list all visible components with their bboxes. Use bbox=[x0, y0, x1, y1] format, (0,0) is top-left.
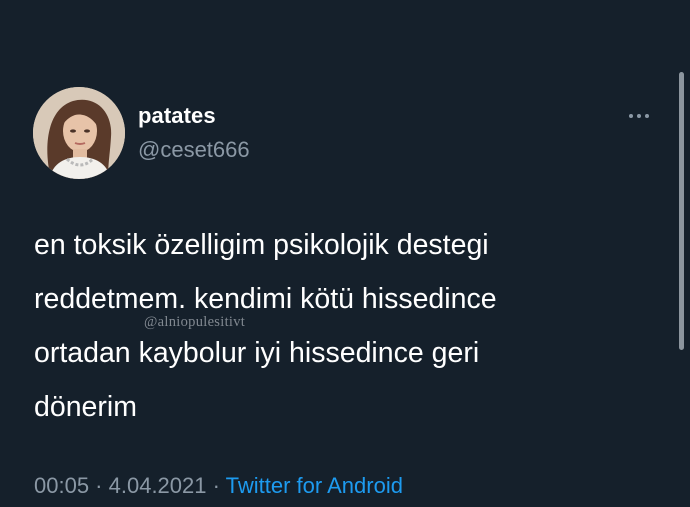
tweet-meta: 00:05 · 4.04.2021 · Twitter for Android bbox=[34, 473, 403, 499]
tweet-text-line: ortadan kaybolur iyi hissedince geri bbox=[34, 337, 480, 369]
dot bbox=[637, 114, 641, 118]
dot bbox=[645, 114, 649, 118]
more-options-button[interactable] bbox=[624, 106, 658, 126]
dot bbox=[629, 114, 633, 118]
tweet-date[interactable]: 4.04.2021 bbox=[109, 473, 207, 498]
tweet-screen: patates @ceset666 en toksik özelligim ps… bbox=[0, 0, 690, 507]
meta-separator: · bbox=[89, 473, 109, 498]
more-options-icon bbox=[629, 114, 649, 118]
tweet-time[interactable]: 00:05 bbox=[34, 473, 89, 498]
tweet-source-link[interactable]: Twitter for Android bbox=[226, 473, 403, 498]
tweet-text-line: reddetmem. kendimi kötü hissedince bbox=[34, 283, 497, 315]
watermark: @alniopulesitivt bbox=[144, 314, 246, 330]
author-display-name[interactable]: patates bbox=[138, 103, 216, 129]
author-handle[interactable]: @ceset666 bbox=[138, 137, 250, 163]
scrollbar[interactable] bbox=[679, 72, 684, 350]
tweet-text-line: en toksik özelligim psikolojik destegi bbox=[34, 229, 489, 261]
tweet-text-line: dönerim bbox=[34, 391, 137, 423]
meta-separator: · bbox=[206, 473, 226, 498]
tweet-text: en toksik özelligim psikolojik destegi r… bbox=[34, 218, 654, 434]
avatar[interactable] bbox=[33, 87, 125, 179]
profile-photo-icon bbox=[33, 87, 125, 179]
